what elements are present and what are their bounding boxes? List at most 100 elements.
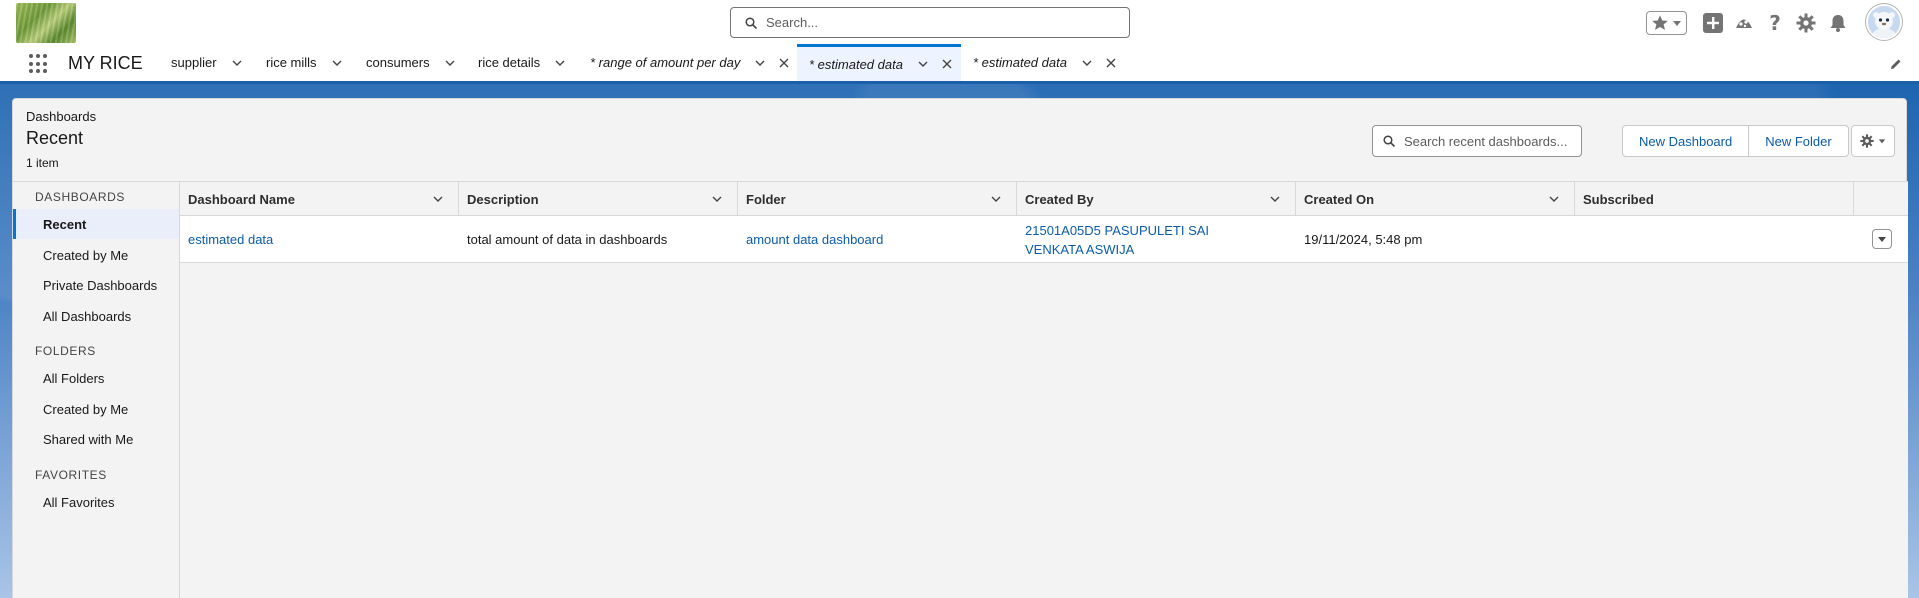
edit-nav-pencil-icon[interactable] (1889, 57, 1903, 71)
list-header: Dashboards Recent 1 item Search recent d… (13, 99, 1906, 181)
bell-icon (1830, 15, 1846, 32)
user-avatar[interactable] (1866, 4, 1902, 40)
chevron-down-icon[interactable] (231, 57, 243, 69)
close-icon[interactable] (778, 57, 790, 69)
nav-item-rice-details[interactable]: rice details (478, 44, 566, 81)
sidebar-heading-favorites: FAVORITES (35, 468, 107, 482)
chevron-down-icon[interactable] (711, 193, 723, 205)
cell-folder: amount data dashboard (738, 216, 1017, 263)
sidebar-item-folders-created-by-me[interactable]: Created by Me (13, 394, 179, 424)
chevron-down-icon (1878, 237, 1886, 242)
tab-label: * estimated data (973, 55, 1067, 70)
tab-estimated-data[interactable]: * estimated data (973, 44, 1117, 81)
column-header-subscribed[interactable]: Subscribed (1575, 182, 1854, 216)
sidebar-item-all-folders[interactable]: All Folders (13, 363, 179, 393)
tab-estimated-data-active[interactable]: * estimated data (797, 44, 961, 81)
global-search-placeholder: Search... (766, 15, 819, 30)
description-text: total amount of data in dashboards (467, 232, 668, 247)
created-by-link[interactable]: 21501A05D5 PASUPULETI SAI VENKATA ASWIJA (1025, 221, 1257, 259)
cell-dashboard-name: estimated data (180, 216, 459, 263)
global-search-input[interactable]: Search... (730, 7, 1130, 38)
setup-button[interactable] (1795, 12, 1817, 34)
gear-icon (1860, 134, 1874, 148)
trailhead-button[interactable] (1733, 12, 1755, 34)
search-icon (745, 16, 757, 29)
column-header-created-on[interactable]: Created On (1296, 182, 1575, 216)
app-launcher-icon[interactable] (29, 54, 49, 74)
chevron-down-icon[interactable] (1269, 193, 1281, 205)
column-label: Description (467, 191, 539, 207)
nav-item-label: supplier (171, 55, 217, 70)
list-actions: New Dashboard New Folder (1622, 125, 1849, 157)
global-header: Search... ? (0, 0, 1919, 44)
column-label: Created On (1304, 191, 1375, 207)
cell-created-on: 19/11/2024, 5:48 pm (1296, 216, 1575, 263)
column-header-description[interactable]: Description (459, 182, 738, 216)
search-placeholder: Search recent dashboards... (1404, 133, 1568, 149)
gear-icon (1796, 13, 1816, 33)
new-folder-button[interactable]: New Folder (1749, 125, 1849, 157)
nav-item-label: consumers (366, 55, 430, 70)
folder-link[interactable]: amount data dashboard (746, 230, 883, 249)
column-label: Created By (1025, 191, 1094, 207)
cell-subscribed (1575, 216, 1775, 263)
nav-item-rice-mills[interactable]: rice mills (266, 44, 343, 81)
tab-label: * range of amount per day (590, 55, 741, 70)
breadcrumb: Dashboards (26, 109, 97, 124)
org-logo[interactable] (16, 3, 76, 43)
chevron-down-icon[interactable] (432, 193, 444, 205)
column-header-dashboard-name[interactable]: Dashboard Name (180, 182, 459, 216)
nav-item-supplier[interactable]: supplier (171, 44, 243, 81)
global-actions-button[interactable] (1702, 12, 1724, 34)
star-icon (1652, 15, 1668, 31)
help-icon: ? (1769, 11, 1781, 35)
favorites-button[interactable] (1646, 11, 1687, 35)
nav-item-consumers[interactable]: consumers (366, 44, 456, 81)
chevron-down-icon[interactable] (1081, 57, 1093, 69)
astro-avatar-icon (1868, 6, 1900, 38)
tab-label: * estimated data (809, 56, 903, 72)
column-label: Dashboard Name (188, 191, 295, 207)
column-label: Subscribed (1583, 191, 1654, 207)
sidebar-item-all-dashboards[interactable]: All Dashboards (13, 301, 179, 331)
search-recent-dashboards-input[interactable]: Search recent dashboards... (1372, 125, 1582, 157)
item-count: 1 item (26, 156, 59, 170)
list-settings-button[interactable] (1851, 125, 1895, 157)
dashboards-sidebar: DASHBOARDS Recent Created by Me Private … (13, 181, 179, 598)
chevron-down-icon[interactable] (554, 57, 566, 69)
sidebar-item-private-dashboards[interactable]: Private Dashboards (13, 270, 179, 300)
close-icon[interactable] (941, 58, 953, 70)
chevron-down-icon[interactable] (917, 58, 929, 70)
chevron-down-icon[interactable] (331, 57, 343, 69)
sidebar-item-recent[interactable]: Recent (13, 209, 179, 239)
column-header-created-by[interactable]: Created By (1017, 182, 1296, 216)
notifications-button[interactable] (1827, 12, 1849, 34)
help-button[interactable]: ? (1764, 11, 1786, 35)
chevron-down-icon[interactable] (444, 57, 456, 69)
close-icon[interactable] (1105, 57, 1117, 69)
chevron-down-icon[interactable] (1548, 193, 1560, 205)
sidebar-item-shared-with-me[interactable]: Shared with Me (13, 424, 179, 454)
dashboards-list-card: Dashboards Recent 1 item Search recent d… (12, 98, 1908, 598)
new-dashboard-button[interactable]: New Dashboard (1622, 125, 1750, 157)
table-row: estimated data total amount of data in d… (180, 216, 1908, 263)
sidebar-item-created-by-me[interactable]: Created by Me (13, 240, 179, 270)
app-name: MY RICE (68, 53, 143, 73)
tab-range-of-amount-per-day[interactable]: * range of amount per day (590, 44, 790, 81)
row-actions-button[interactable] (1872, 229, 1892, 249)
cell-description: total amount of data in dashboards (459, 216, 738, 263)
table-header: Dashboard Name Description Folder Create… (180, 182, 1908, 216)
chevron-down-icon[interactable] (754, 57, 766, 69)
column-header-folder[interactable]: Folder (738, 182, 1017, 216)
app-navigation-bar: MY RICE supplier rice mills consumers ri… (0, 44, 1919, 84)
dashboard-link[interactable]: estimated data (188, 230, 273, 249)
chevron-down-icon (1878, 139, 1886, 144)
sidebar-item-all-favorites[interactable]: All Favorites (13, 487, 179, 517)
chevron-down-icon (1673, 21, 1681, 26)
search-icon (1383, 135, 1395, 147)
trailhead-icon (1736, 19, 1752, 28)
sidebar-heading-dashboards: DASHBOARDS (35, 190, 126, 204)
column-label: Folder (746, 191, 786, 207)
chevron-down-icon[interactable] (990, 193, 1002, 205)
nav-item-label: rice details (478, 55, 541, 70)
